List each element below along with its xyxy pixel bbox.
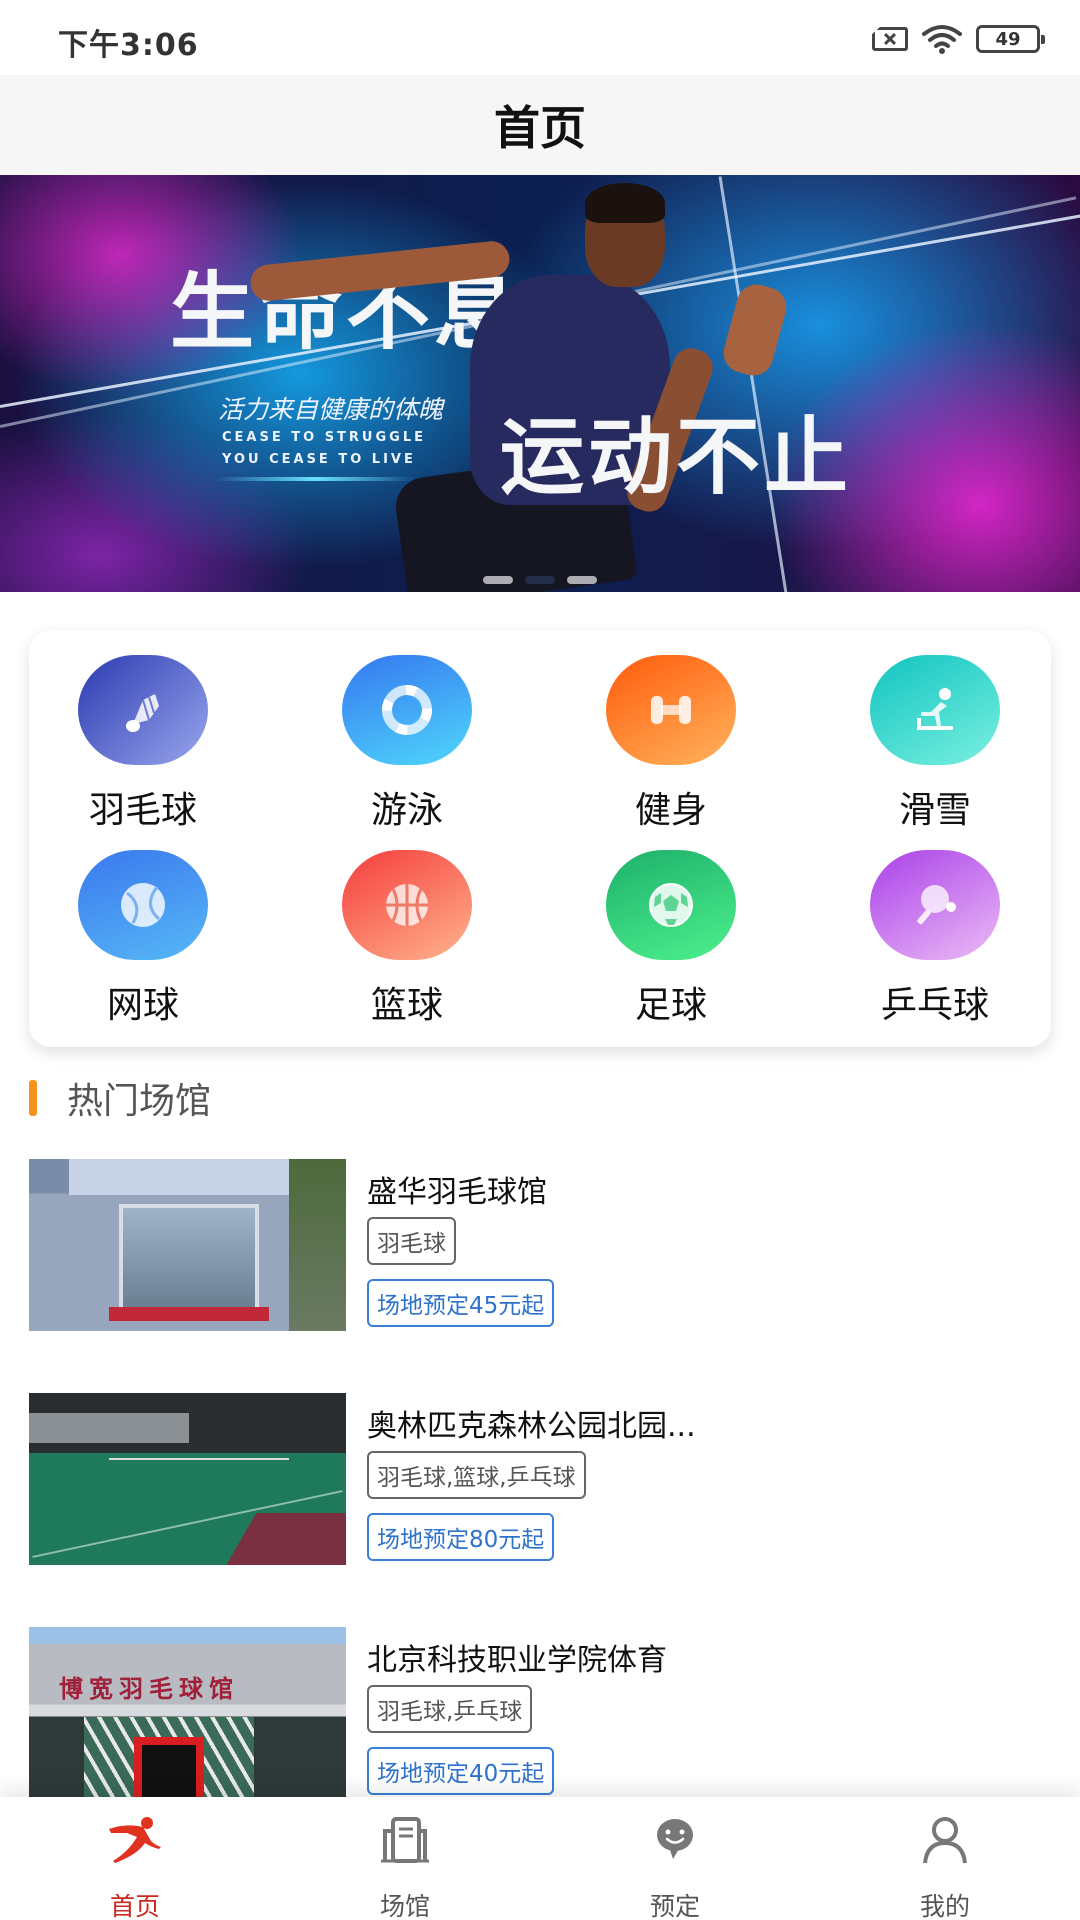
venue-net	[109, 1458, 289, 1460]
venue-court-edge	[221, 1513, 346, 1565]
category-icon-bg	[78, 655, 208, 765]
venue-photo	[29, 1159, 346, 1331]
venue-photo	[29, 1393, 346, 1565]
battery-indicator: 49	[976, 25, 1045, 53]
status-icons: 49	[872, 24, 1045, 54]
venue-door	[134, 1737, 204, 1799]
category-label: 篮球	[370, 985, 443, 1026]
category-icon-bg	[870, 850, 1000, 960]
venue-name: 北京科技职业学院体育	[367, 1643, 667, 1678]
category-ping-pong[interactable]: 乒乓球	[835, 850, 1035, 1028]
category-badminton[interactable]: 羽毛球	[43, 655, 243, 833]
nav-label: 我的	[919, 1892, 970, 1920]
carousel-dot[interactable]	[567, 576, 597, 584]
hot-venues-header: 热门场馆	[29, 1078, 211, 1122]
ski-icon	[917, 688, 953, 730]
venue-sign: 博宽羽毛球馆	[59, 1675, 239, 1703]
category-soccer[interactable]: 足球	[571, 850, 771, 1028]
banner-light-streak	[718, 176, 791, 592]
user-icon	[917, 1815, 973, 1865]
basketball-icon	[386, 884, 428, 926]
category-label: 足球	[634, 985, 707, 1026]
category-icon-bg	[78, 850, 208, 960]
banner-carousel[interactable]: 生命不息 活力来自健康的体魄 CEASE TO STRUGGLE YOU CEA…	[0, 175, 1080, 592]
venue-sports-tag: 羽毛球,篮球,乒乓球	[367, 1451, 586, 1499]
venue-wall	[29, 1413, 189, 1443]
venue-price-tag: 场地预定45元起	[367, 1279, 555, 1327]
banner-english-line-1: CEASE TO STRUGGLE	[222, 430, 426, 445]
banner-english-text: CEASE TO STRUGGLE YOU CEASE TO LIVE	[222, 427, 426, 471]
category-icon-bg	[606, 655, 736, 765]
category-fitness[interactable]: 健身	[571, 655, 771, 833]
category-skiing[interactable]: 滑雪	[835, 655, 1035, 833]
ping-pong-icon	[917, 885, 956, 925]
category-tennis[interactable]: 网球	[43, 850, 243, 1028]
section-title: 热门场馆	[67, 1081, 212, 1122]
venue-sports-tag: 羽毛球	[367, 1217, 456, 1265]
category-swimming[interactable]: 游泳	[307, 655, 507, 833]
venue-sign	[69, 1159, 309, 1195]
dumbbell-icon	[651, 696, 691, 724]
venue-name: 盛华羽毛球馆	[367, 1175, 547, 1210]
sport-category-grid: 羽毛球 游泳 健身 滑雪 网球 篮球 足球 乒乓球	[29, 630, 1051, 1047]
nav-tab-venues[interactable]: 场馆	[270, 1797, 540, 1920]
section-accent-bar	[29, 1080, 37, 1116]
nav-label: 首页	[109, 1892, 160, 1920]
venue-price-tag: 场地预定40元起	[367, 1747, 555, 1795]
category-label: 健身	[634, 790, 707, 831]
nav-tab-home[interactable]: 首页	[0, 1797, 270, 1920]
venue-name: 奥林匹克森林公园北园...	[367, 1409, 696, 1444]
category-icon-bg	[606, 850, 736, 960]
nav-tab-booking[interactable]: 预定	[540, 1797, 810, 1920]
status-bar: 下午3:06 49	[0, 0, 1080, 75]
venue-door	[119, 1204, 259, 1314]
banner-glow-line	[215, 477, 415, 481]
banner-runner	[719, 280, 791, 380]
carousel-dot[interactable]	[483, 576, 513, 584]
nav-label: 场馆	[379, 1892, 430, 1920]
nav-label: 预定	[649, 1892, 700, 1920]
battery-level: 49	[995, 28, 1021, 50]
category-label: 乒乓球	[880, 985, 989, 1026]
no-sim-icon	[872, 27, 908, 51]
category-label: 滑雪	[898, 790, 971, 831]
category-basketball[interactable]: 篮球	[307, 850, 507, 1028]
carousel-indicator	[0, 576, 1080, 584]
venue-list-item[interactable]: 博宽羽毛球馆 北京科技职业学院体育 羽毛球,乒乓球 场地预定40元起	[29, 1627, 1051, 1799]
venue-sports-tag: 羽毛球,乒乓球	[367, 1685, 533, 1733]
carousel-dot-active[interactable]	[525, 576, 555, 584]
soccer-ball-icon	[649, 883, 693, 927]
tennis-ball-icon	[121, 883, 165, 927]
wifi-icon	[922, 25, 962, 54]
bottom-navigation: 首页 场馆 预定 我的	[0, 1797, 1080, 1920]
category-icon-bg	[870, 655, 1000, 765]
nav-tab-profile[interactable]: 我的	[810, 1797, 1080, 1920]
banner-subtitle: 活力来自健康的体魄	[218, 395, 444, 424]
banner-headline-2: 运动不止	[500, 408, 853, 506]
status-time: 下午3:06	[58, 28, 199, 63]
banner-runner	[585, 183, 665, 223]
venue-list-item[interactable]: 奥林匹克森林公园北园... 羽毛球,篮球,乒乓球 场地预定80元起	[29, 1393, 1051, 1565]
venue-price-tag: 场地预定80元起	[367, 1513, 555, 1561]
app-header: 首页	[0, 75, 1080, 175]
category-icon-bg	[342, 655, 472, 765]
venue-building-icon	[377, 1815, 433, 1865]
badminton-icon	[126, 694, 159, 732]
category-label: 网球	[106, 985, 179, 1026]
page-title: 首页	[494, 101, 586, 155]
venue-carpet	[109, 1307, 269, 1321]
banner-english-line-2: YOU CEASE TO LIVE	[222, 452, 416, 467]
category-label: 游泳	[370, 790, 443, 831]
runner-icon	[107, 1815, 163, 1865]
venue-list-item[interactable]: 盛华羽毛球馆 羽毛球 场地预定45元起	[29, 1159, 1051, 1331]
venue-photo: 博宽羽毛球馆	[29, 1627, 346, 1799]
venue-tree	[289, 1159, 346, 1331]
swim-ring-icon	[382, 685, 432, 735]
chat-smile-icon	[647, 1815, 703, 1865]
category-label: 羽毛球	[88, 790, 197, 831]
category-icon-bg	[342, 850, 472, 960]
